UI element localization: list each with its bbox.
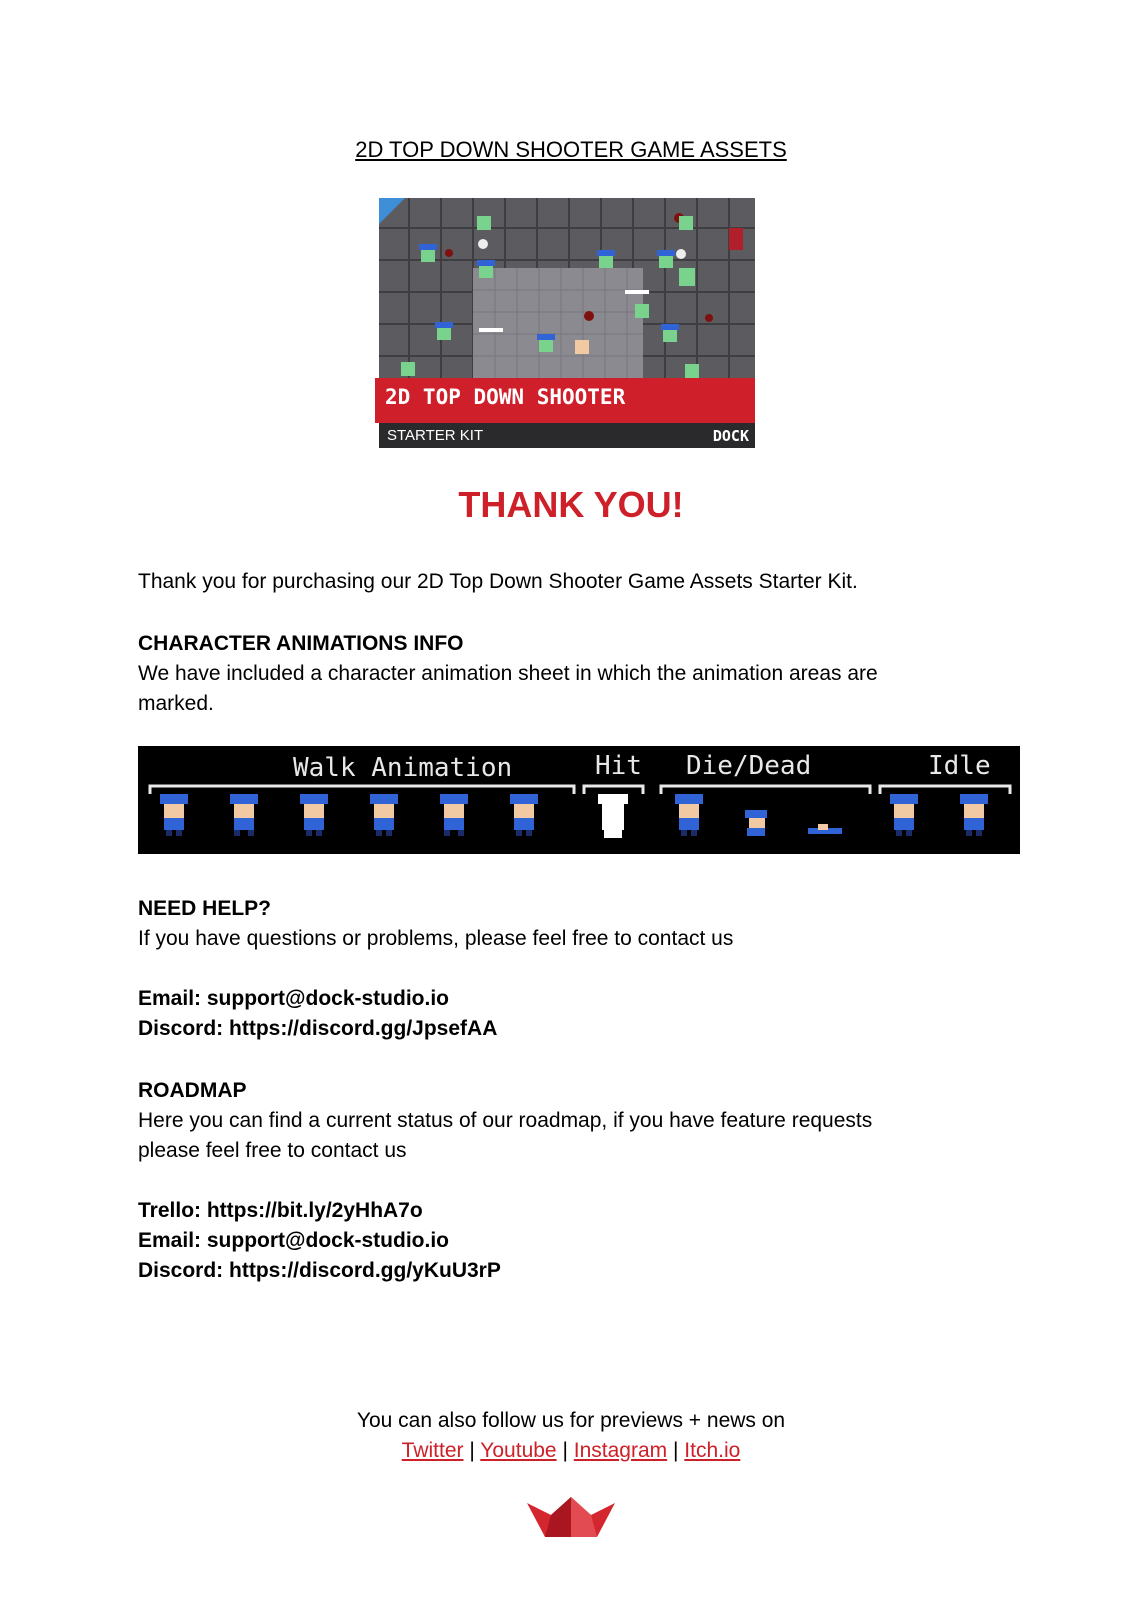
idle-frames: [890, 794, 988, 836]
dock-boat-logo: [527, 1497, 615, 1544]
twitter-link[interactable]: Twitter: [402, 1439, 464, 1462]
youtube-link[interactable]: Youtube: [480, 1439, 556, 1462]
die-label: Die/Dead: [686, 751, 811, 781]
roadmap-text-line2: please feel free to contact us: [138, 1139, 407, 1162]
idle-label: Idle: [928, 751, 991, 781]
walk-bracket: [148, 784, 576, 794]
link-separator: |: [469, 1439, 475, 1462]
animations-text-line1: We have included a character animation s…: [138, 662, 878, 685]
link-separator: |: [562, 1439, 568, 1462]
hit-frame: [598, 794, 628, 838]
die-bracket: [659, 784, 872, 794]
itchio-link[interactable]: Itch.io: [684, 1439, 740, 1462]
link-separator: |: [672, 1439, 679, 1462]
help-discord[interactable]: Discord: https://discord.gg/JpsefAA: [138, 1013, 1018, 1044]
roadmap-trello[interactable]: Trello: https://bit.ly/2yHhA7o: [138, 1195, 1018, 1226]
help-email[interactable]: Email: support@dock-studio.io: [138, 983, 1018, 1014]
cover-image: 2D TOP DOWN SHOOTER STARTER KIT DOCK: [375, 198, 755, 448]
instagram-link[interactable]: Instagram: [574, 1439, 667, 1462]
walk-label: Walk Animation: [293, 753, 512, 783]
follow-text: You can also follow us for previews + ne…: [356, 1409, 786, 1432]
cover-brand: DOCK: [712, 427, 749, 445]
document-title: 2D TOP DOWN SHOOTER GAME ASSETS: [355, 137, 787, 162]
roadmap-text-line1: Here you can find a current status of ou…: [138, 1109, 873, 1132]
animations-heading: CHARACTER ANIMATIONS INFO: [138, 632, 464, 655]
intro-text: Thank you for purchasing our 2D Top Down…: [138, 570, 858, 593]
help-heading: NEED HELP?: [138, 897, 272, 920]
hit-label: Hit: [595, 751, 642, 781]
cover-subtitle: STARTER KIT: [387, 427, 484, 444]
hit-bracket: [582, 784, 645, 794]
cover-footer: STARTER KIT DOCK: [379, 423, 755, 448]
die-frames: [675, 794, 842, 836]
social-links: Twitter | Youtube | Instagram | Itch.io: [0, 1439, 1142, 1463]
game-scene: [379, 198, 755, 386]
cover-banner: 2D TOP DOWN SHOOTER: [375, 378, 755, 423]
idle-bracket: [878, 784, 1012, 794]
roadmap-discord[interactable]: Discord: https://discord.gg/yKuU3rP: [138, 1255, 1018, 1286]
roadmap-heading: ROADMAP: [138, 1079, 247, 1102]
help-text: If you have questions or problems, pleas…: [138, 927, 734, 950]
roadmap-email[interactable]: Email: support@dock-studio.io: [138, 1225, 1018, 1256]
animation-sheet: Walk Animation Hit Die/Dead Idle: [138, 746, 1020, 854]
animations-text-line2: marked.: [138, 692, 214, 715]
thank-you-heading: THANK YOU!: [458, 484, 684, 525]
walk-frames: [160, 794, 538, 836]
cover-title: 2D TOP DOWN SHOOTER: [385, 385, 626, 409]
